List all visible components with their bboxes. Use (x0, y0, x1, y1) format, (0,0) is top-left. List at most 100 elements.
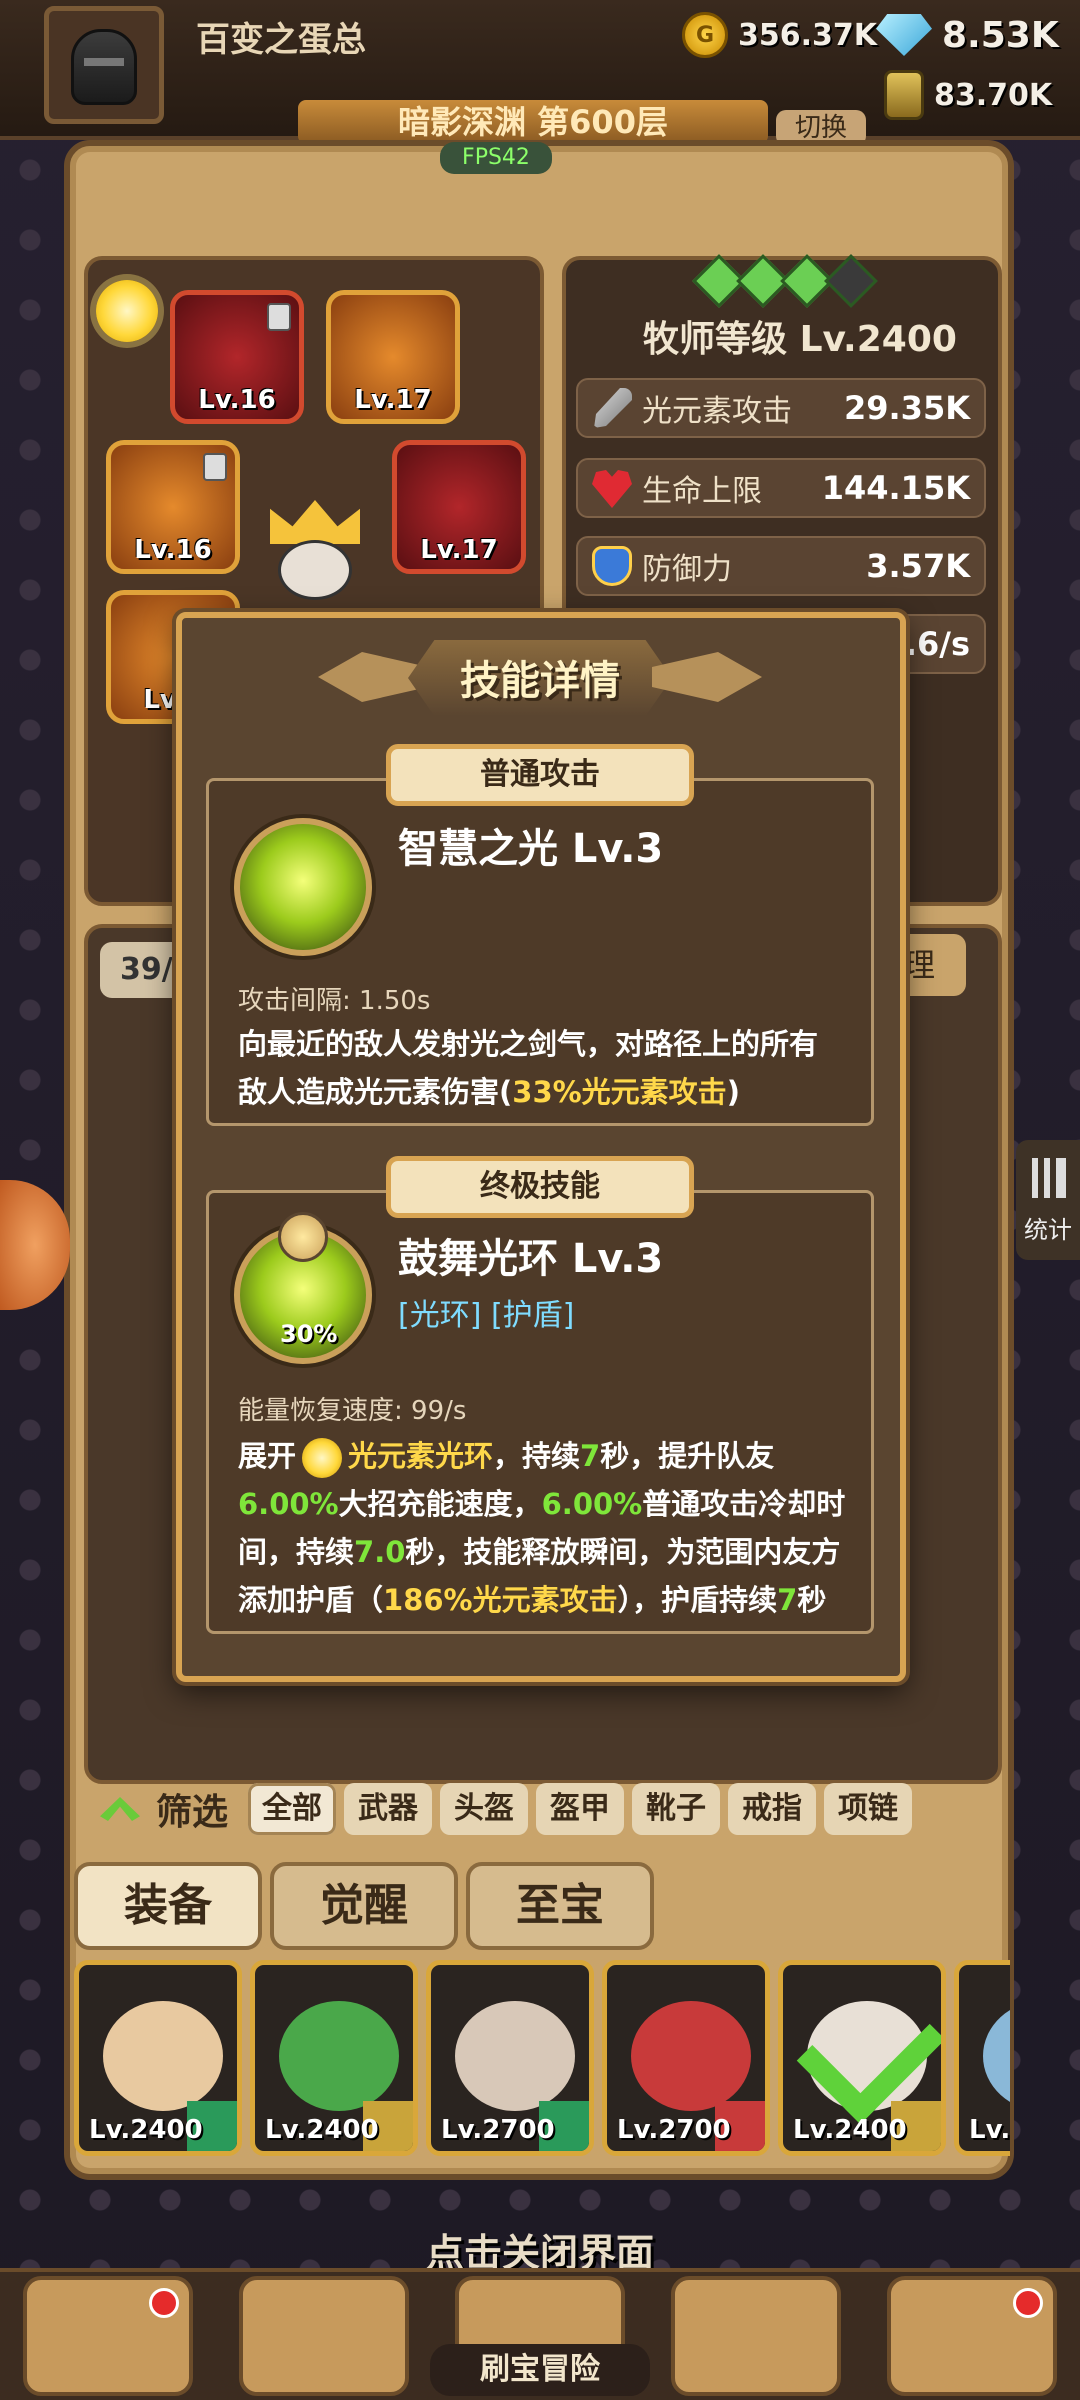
desc-number: 7.0 (354, 1535, 406, 1569)
gold-display[interactable]: G 356.37K (682, 10, 877, 60)
desc-line: 敌人造成光元素伤害(33%光元素攻击) (238, 1068, 858, 1116)
equip-slot-ring[interactable]: Lv.17 (392, 440, 526, 574)
hero-level: Lv.2700 (617, 2115, 731, 2145)
attack-interval: 攻击间隔: 1.50s (238, 986, 431, 1016)
shield-icon (592, 546, 632, 586)
helmet-icon (71, 29, 137, 105)
gem-icon (876, 14, 932, 56)
lock-icon (267, 303, 291, 331)
hero-level: Lv.2 (969, 2115, 1010, 2145)
hero-level: Lv.2400 (265, 2115, 379, 2145)
filter-ring[interactable]: 戒指 (728, 1783, 817, 1835)
skill-badge: 30% (280, 1320, 338, 1348)
gold-coin-icon: G (682, 12, 728, 58)
desc-text: ，持续 (493, 1439, 581, 1473)
ultimate-skill-name: 鼓舞光环 Lv.3 (398, 1236, 664, 1282)
tab-equipment[interactable]: 装备 (74, 1862, 262, 1950)
desc-number: 6.00% (541, 1487, 643, 1521)
desc-text: 秒，提升队友 (600, 1439, 775, 1473)
star-rating (680, 254, 890, 310)
hero-face (279, 2001, 399, 2111)
stat-value: 144.15K (821, 469, 970, 507)
tab-treasure[interactable]: 至宝 (466, 1862, 654, 1950)
filter-helmet[interactable]: 头盔 (440, 1783, 529, 1835)
filter-row: 筛选 全部 武器 头盔 盔甲 靴子 戒指 项链 (100, 1780, 980, 1838)
priest-level: 牧师等级 Lv.2400 (643, 319, 957, 360)
light-element-icon (96, 280, 158, 342)
ultimate-skill-description: 展开 光元素光环，持续7秒，提升队友 6.00%大招充能速度，6.00%普通攻击冷… (238, 1432, 868, 1624)
desc-highlight: 光元素光环 (348, 1439, 494, 1473)
stat-label: 防御力 (642, 552, 732, 587)
hero-button[interactable] (239, 2276, 409, 2396)
slot-level: Lv.17 (354, 385, 432, 415)
shop-button[interactable] (23, 2276, 193, 2396)
ultimate-skill-tags: [光环] [护盾] (398, 1298, 575, 1333)
stat-value: 3.57K (866, 547, 970, 585)
desc-text: ），护盾持续 (617, 1583, 778, 1617)
filter-all[interactable]: 全部 (248, 1783, 337, 1835)
player-name: 百变之蛋总 (196, 20, 366, 60)
normal-attack-tag: 普通攻击 (386, 744, 694, 806)
hero-level: Lv.2700 (441, 2115, 555, 2145)
slot-level: Lv.16 (198, 385, 276, 415)
desc-text: 秒 (797, 1583, 827, 1617)
fps-counter: FPS42 (440, 142, 552, 174)
filter-armor[interactable]: 盔甲 (536, 1783, 625, 1835)
hero-face (278, 540, 352, 600)
notification-dot (1013, 2288, 1043, 2318)
adventure-label: 刷宝冒险 (430, 2344, 650, 2396)
sword-icon (594, 388, 632, 428)
skill-emblem-icon (278, 1212, 328, 1262)
equip-slot-helmet[interactable]: Lv.16 (106, 440, 240, 574)
hero-level: Lv.2400 (793, 2115, 907, 2145)
light-crystal-skill-icon (234, 818, 372, 956)
normal-skill-name: 智慧之光 Lv.3 (398, 826, 664, 872)
gem-display[interactable]: 8.53K (876, 10, 1059, 60)
hero-face (631, 2001, 751, 2111)
hero-level: Lv.2400 (89, 2115, 203, 2145)
filter-weapon[interactable]: 武器 (344, 1783, 433, 1835)
desc-line: 展开 光元素光环，持续7秒，提升队友 (238, 1432, 868, 1480)
statistics-button[interactable]: 统计 (1016, 1140, 1080, 1260)
desc-line: 间，持续7.0秒，技能释放瞬间，为范围内友方 (238, 1528, 868, 1576)
light-aura-icon (302, 1438, 343, 1478)
hero-card[interactable]: Lv.2 (954, 1960, 1010, 2156)
filter-necklace[interactable]: 项链 (824, 1783, 913, 1835)
scroll-display[interactable]: 83.70K (884, 70, 1052, 120)
heart-icon (592, 470, 632, 508)
desc-line: 向最近的敌人发射光之剑气，对路径上的所有 (238, 1027, 819, 1061)
hero-strip: Lv.2400 Lv.2400 Lv.2700 Lv.2700 Lv.2400 … (74, 1960, 1010, 2160)
chevron-up-icon[interactable] (100, 1797, 140, 1821)
tab-awaken[interactable]: 觉醒 (270, 1862, 458, 1950)
desc-number: 6.00% (238, 1487, 339, 1521)
gem-amount: 8.53K (942, 14, 1059, 56)
player-avatar[interactable] (44, 6, 164, 124)
scroll-icon (884, 70, 924, 120)
desc-line: 6.00%大招充能速度，6.00%普通攻击冷却时 (238, 1480, 868, 1528)
crown-icon (270, 500, 360, 544)
hero-face (455, 2001, 575, 2111)
equip-slot-necklace[interactable]: Lv.17 (326, 290, 460, 424)
desc-number: 7 (777, 1583, 798, 1617)
stat-label: 生命上限 (642, 474, 762, 509)
hero-card-selected[interactable]: Lv.2400 (778, 1960, 946, 2156)
gold-amount: 356.37K (738, 17, 878, 53)
stat-light-attack: 光元素攻击 29.35K (576, 378, 986, 438)
hero-card[interactable]: Lv.2400 (250, 1960, 418, 2156)
desc-text: 敌人造成光元素伤害( (238, 1075, 513, 1109)
normal-skill-description: 向最近的敌人发射光之剑气，对路径上的所有 敌人造成光元素伤害(33%光元素攻击) (238, 1020, 858, 1116)
stat-defense: 防御力 3.57K (576, 536, 986, 596)
desc-text: ) (726, 1075, 740, 1109)
stat-hp: 生命上限 144.15K (576, 458, 986, 518)
forge-button[interactable] (887, 2276, 1057, 2396)
scroll-amount: 83.70K (934, 77, 1053, 113)
hero-card[interactable]: Lv.2400 (74, 1960, 242, 2156)
desc-text: 间，持续 (238, 1535, 355, 1569)
hero-card[interactable]: Lv.2700 (602, 1960, 770, 2156)
hero-card[interactable]: Lv.2700 (426, 1960, 594, 2156)
desc-line: 添加护盾（186%光元素攻击），护盾持续7秒 (238, 1576, 868, 1624)
filter-boots[interactable]: 靴子 (632, 1783, 721, 1835)
equip-slot-weapon[interactable]: Lv.16 (170, 290, 304, 424)
bag-button[interactable] (671, 2276, 841, 2396)
lock-icon (203, 453, 227, 481)
